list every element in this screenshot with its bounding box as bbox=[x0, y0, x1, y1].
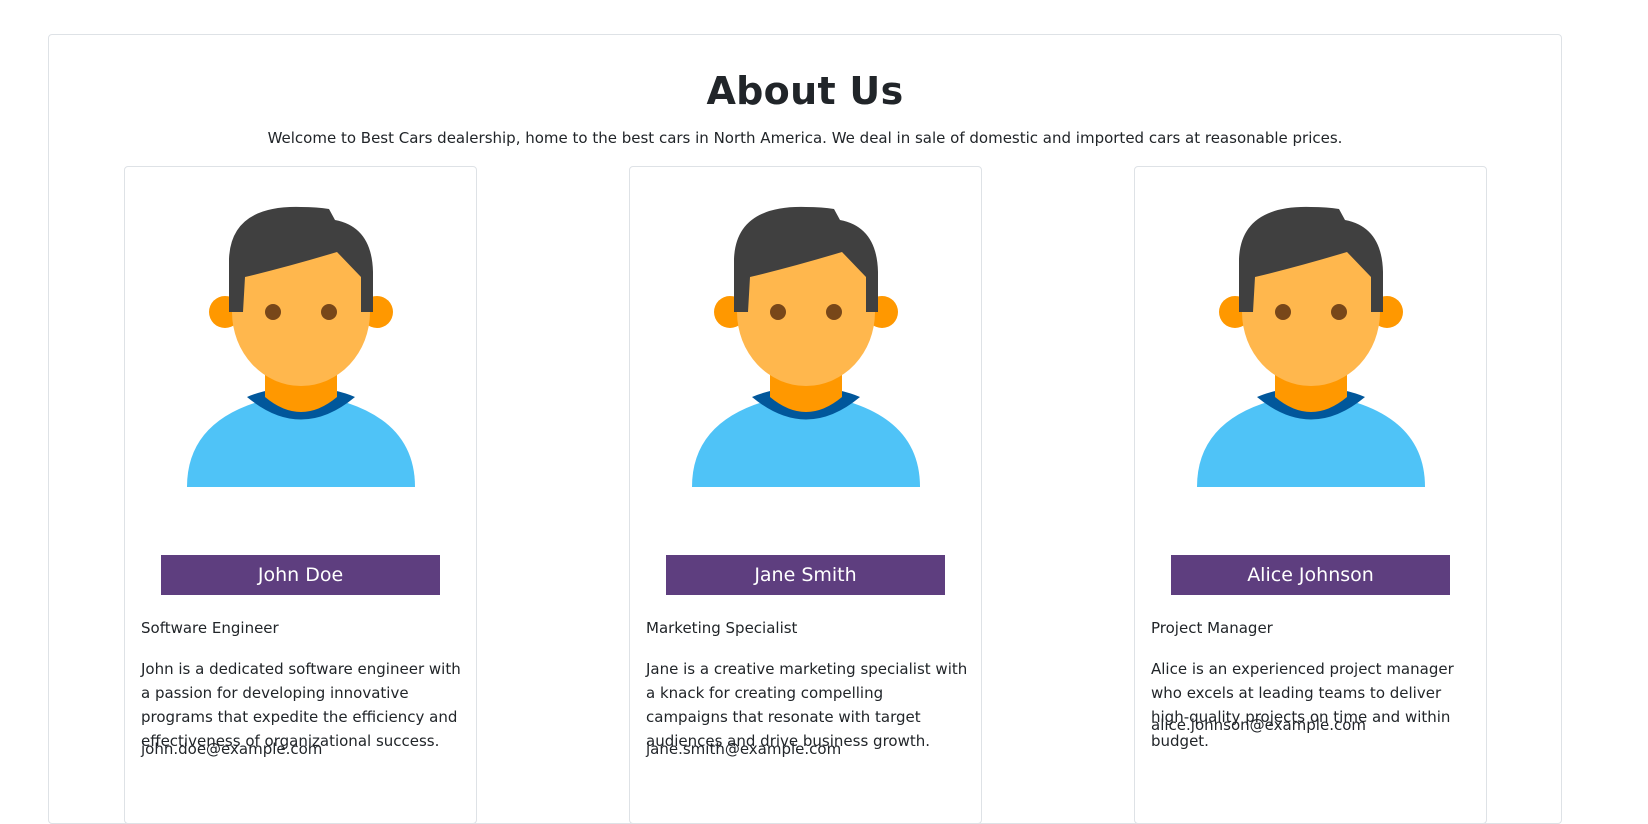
member-role: Project Manager bbox=[1151, 619, 1273, 637]
member-email: jane.smith@example.com bbox=[646, 740, 842, 758]
member-bio: John is a dedicated software engineer wi… bbox=[141, 660, 461, 750]
team-member-card: John Doe Software Engineer John is a ded… bbox=[124, 166, 477, 824]
about-us-container: About Us Welcome to Best Cars dealership… bbox=[48, 34, 1562, 824]
person-avatar-icon bbox=[187, 206, 415, 487]
member-role: Software Engineer bbox=[141, 619, 279, 637]
member-email: john.doe@example.com bbox=[141, 740, 323, 758]
member-name-bar: Alice Johnson bbox=[1171, 555, 1450, 595]
member-email: alice.johnson@example.com bbox=[1151, 716, 1366, 734]
member-name-bar: Jane Smith bbox=[666, 555, 945, 595]
member-role: Marketing Specialist bbox=[646, 619, 798, 637]
person-avatar-icon bbox=[692, 206, 920, 487]
person-avatar-icon bbox=[1197, 206, 1425, 487]
page-subtitle: Welcome to Best Cars dealership, home to… bbox=[267, 129, 1343, 147]
team-member-card: Jane Smith Marketing Specialist Jane is … bbox=[629, 166, 982, 824]
member-name-bar: John Doe bbox=[161, 555, 440, 595]
member-bio: Alice is an experienced project manager … bbox=[1151, 660, 1454, 750]
member-bio: Jane is a creative marketing specialist … bbox=[646, 660, 968, 750]
team-member-card: Alice Johnson Project Manager Alice is a… bbox=[1134, 166, 1487, 824]
page-title: About Us bbox=[706, 69, 904, 113]
